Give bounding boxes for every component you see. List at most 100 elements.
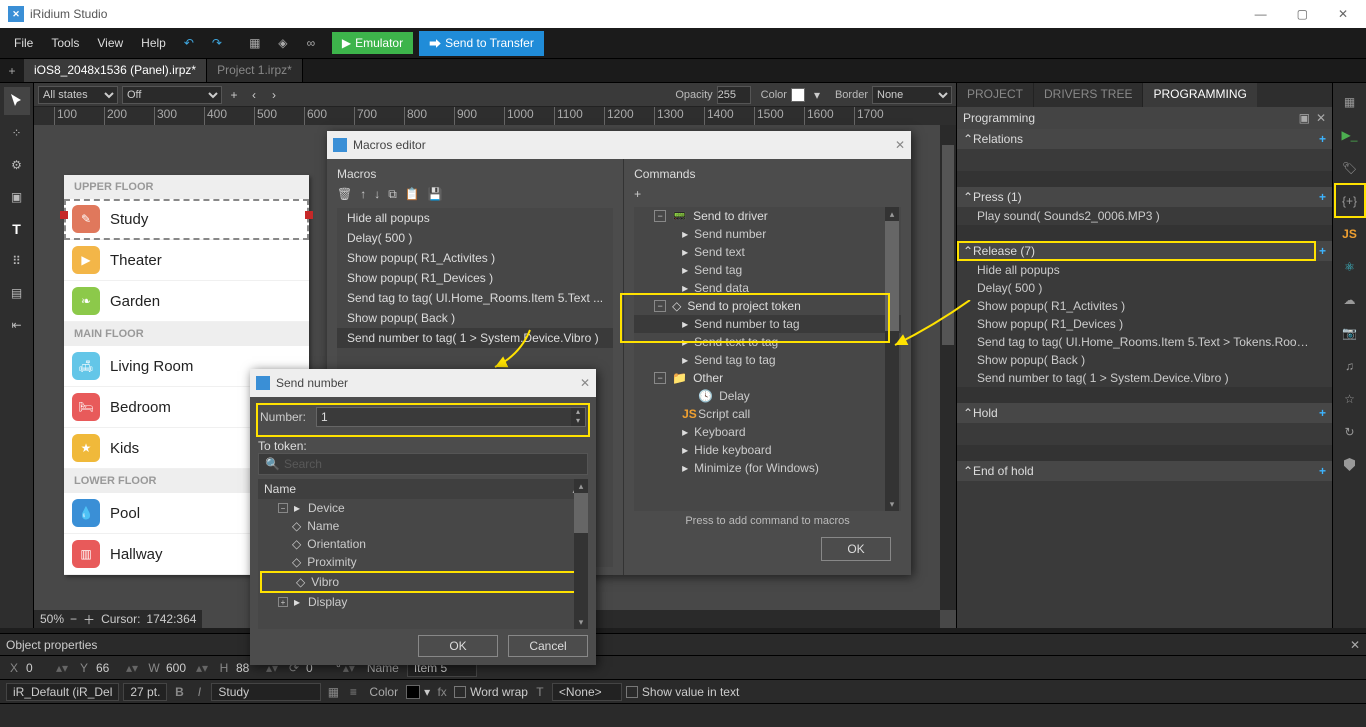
add-relation-icon[interactable]: + bbox=[1319, 132, 1326, 146]
delete-icon[interactable]: 🗑 bbox=[337, 187, 352, 202]
tag-icon[interactable]: 🏷 bbox=[1335, 151, 1365, 184]
macro-item[interactable]: Send tag to tag( UI.Home_Rooms.Item 5.Te… bbox=[337, 288, 613, 308]
tree-leaf[interactable]: JS Script call bbox=[634, 405, 901, 423]
popout-icon[interactable]: ▣ bbox=[1299, 111, 1310, 125]
x-value[interactable]: 0 bbox=[24, 661, 54, 675]
sendnum-cancel-button[interactable]: Cancel bbox=[508, 635, 588, 657]
tree-leaf[interactable]: ▸Hide keyboard bbox=[634, 441, 901, 459]
cloud-icon[interactable]: ☁ bbox=[1335, 283, 1365, 316]
cmd-scrollbar[interactable]: ▴ ▾ bbox=[885, 207, 899, 511]
macros-ok-button[interactable]: OK bbox=[821, 537, 891, 561]
macro-item[interactable]: Show popup( Back ) bbox=[337, 308, 613, 328]
undo-icon[interactable]: ↶ bbox=[176, 30, 202, 56]
tab-programming[interactable]: PROGRAMMING bbox=[1143, 83, 1256, 107]
send-transfer-button[interactable]: ⮕ Send to Transfer bbox=[419, 31, 544, 56]
commands-tree[interactable]: − 📟 Send to driver ▸Send number ▸Send te… bbox=[634, 207, 901, 511]
script-add-icon[interactable]: {+} bbox=[1335, 184, 1365, 217]
name-col-header[interactable]: Name bbox=[264, 482, 296, 496]
macro-item[interactable]: Send number to tag( 1 > System.Device.Vi… bbox=[337, 328, 613, 348]
macro-item[interactable]: Show popup( R1_Activites ) bbox=[337, 248, 613, 268]
release-item[interactable]: Send number to tag( 1 > System.Device.Vi… bbox=[957, 369, 1332, 387]
showvalue-check[interactable] bbox=[626, 686, 638, 698]
state-next-icon[interactable]: › bbox=[266, 88, 282, 102]
fx-icon[interactable]: fx bbox=[434, 684, 450, 700]
js-icon[interactable]: JS bbox=[1335, 217, 1365, 250]
room-study[interactable]: ✎Study bbox=[64, 199, 309, 240]
italic-icon[interactable]: I bbox=[191, 684, 207, 700]
release-item[interactable]: Send tag to tag( UI.Home_Rooms.Item 5.Te… bbox=[957, 333, 1332, 351]
tree-leaf[interactable]: ▸Send text bbox=[634, 243, 901, 261]
history-icon[interactable]: ↻ bbox=[1335, 415, 1365, 448]
room-garden[interactable]: ❧Garden bbox=[64, 281, 309, 322]
anchor-icon[interactable]: ▦ bbox=[325, 684, 341, 700]
add-endhold-icon[interactable]: + bbox=[1319, 464, 1326, 478]
canvas-scrollbar-v[interactable] bbox=[940, 125, 956, 610]
release-item[interactable]: Show popup( R1_Activites ) bbox=[957, 297, 1332, 315]
state-add-icon[interactable]: + bbox=[226, 88, 242, 102]
tab-project[interactable]: PROJECT bbox=[957, 83, 1033, 107]
dots-icon[interactable]: ⠿ bbox=[4, 247, 30, 275]
tree-leaf[interactable]: ▸Send text to tag bbox=[634, 333, 901, 351]
shield-icon[interactable] bbox=[1335, 448, 1365, 481]
color-dd-icon[interactable]: ▾ bbox=[809, 88, 825, 102]
emulator-button[interactable]: ▶ Emulator bbox=[332, 32, 413, 54]
close-panel-icon[interactable]: ✕ bbox=[1316, 111, 1326, 125]
pages-icon[interactable]: ▦ bbox=[1335, 85, 1365, 118]
grid-icon[interactable]: ▦ bbox=[242, 30, 268, 56]
wordwrap-check[interactable] bbox=[454, 686, 466, 698]
release-item[interactable]: Delay( 500 ) bbox=[957, 279, 1332, 297]
spin-down-icon[interactable]: ▾ bbox=[571, 417, 585, 426]
tree-leaf[interactable]: ▸Keyboard bbox=[634, 423, 901, 441]
token-prop[interactable]: ◇ Name bbox=[258, 517, 588, 535]
align-select[interactable]: <None> bbox=[552, 683, 622, 701]
add-cmd-icon[interactable]: + bbox=[634, 187, 641, 201]
border-select[interactable]: None bbox=[872, 86, 952, 104]
close-properties-icon[interactable]: ✕ bbox=[1350, 638, 1360, 652]
tree-other[interactable]: − 📁 Other bbox=[634, 369, 901, 387]
copy-icon[interactable]: ⧉ bbox=[388, 187, 397, 202]
state-prev-icon[interactable]: ‹ bbox=[246, 88, 262, 102]
tree-leaf[interactable]: ▸Send tag to tag bbox=[634, 351, 901, 369]
zoom-in-icon[interactable]: ＋ bbox=[83, 611, 95, 628]
link-icon[interactable]: ∞ bbox=[298, 30, 324, 56]
new-tab-button[interactable]: + bbox=[0, 59, 24, 82]
press-item[interactable]: Play sound( Sounds2_0006.MP3 ) bbox=[957, 207, 1332, 225]
token-list[interactable]: Name▲ −▸Device ◇ Name ◇ Orientation ◇ Pr… bbox=[258, 479, 588, 629]
layers-icon[interactable]: ▤ bbox=[4, 279, 30, 307]
macro-item[interactable]: Show popup( R1_Devices ) bbox=[337, 268, 613, 288]
number-input[interactable]: 1 ▴▾ bbox=[316, 407, 586, 427]
menu-file[interactable]: File bbox=[6, 32, 41, 54]
section-release[interactable]: ⌃Release (7)+ bbox=[957, 241, 1332, 261]
macro-item[interactable]: Delay( 500 ) bbox=[337, 228, 613, 248]
token-prop[interactable]: ◇ Orientation bbox=[258, 535, 588, 553]
menu-view[interactable]: View bbox=[89, 32, 131, 54]
snap-icon[interactable]: ◈ bbox=[270, 30, 296, 56]
tree-leaf[interactable]: ▸Send tag bbox=[634, 261, 901, 279]
console-icon[interactable]: ▶_ bbox=[1335, 118, 1365, 151]
token-prop[interactable]: ◇ Proximity bbox=[258, 553, 588, 571]
section-endhold[interactable]: ⌃End of hold+ bbox=[957, 461, 1332, 481]
macros-titlebar[interactable]: Macros editor ✕ bbox=[327, 131, 911, 159]
exit-icon[interactable]: ⇤ bbox=[4, 311, 30, 339]
release-item[interactable]: Show popup( R1_Devices ) bbox=[957, 315, 1332, 333]
add-press-icon[interactable]: + bbox=[1319, 190, 1326, 204]
w-value[interactable]: 600 bbox=[164, 661, 194, 675]
token-display[interactable]: +▸Display bbox=[258, 593, 588, 611]
tab-drivers[interactable]: DRIVERS TREE bbox=[1033, 83, 1143, 107]
textfx-icon[interactable]: T bbox=[532, 684, 548, 700]
tree-leaf[interactable]: ▸Minimize (for Windows) bbox=[634, 459, 901, 477]
save-icon[interactable]: 💾 bbox=[428, 187, 443, 202]
menu-tools[interactable]: Tools bbox=[43, 32, 87, 54]
y-value[interactable]: 66 bbox=[94, 661, 124, 675]
state-select[interactable]: All states bbox=[38, 86, 118, 104]
state-value[interactable]: Off bbox=[122, 86, 222, 104]
image-tool-icon[interactable]: ▣ bbox=[4, 183, 30, 211]
font-size[interactable]: 27 pt. bbox=[123, 683, 167, 701]
token-scrollbar[interactable]: ▴ ▾ bbox=[574, 479, 588, 629]
release-item[interactable]: Show popup( Back ) bbox=[957, 351, 1332, 369]
movedown-icon[interactable]: ↓ bbox=[374, 187, 380, 202]
tree-send-token[interactable]: − ◇ Send to project token bbox=[634, 297, 901, 315]
bold-icon[interactable]: B bbox=[171, 684, 187, 700]
room-theater[interactable]: ▶Theater bbox=[64, 240, 309, 281]
minimize-button[interactable]: — bbox=[1249, 5, 1273, 23]
